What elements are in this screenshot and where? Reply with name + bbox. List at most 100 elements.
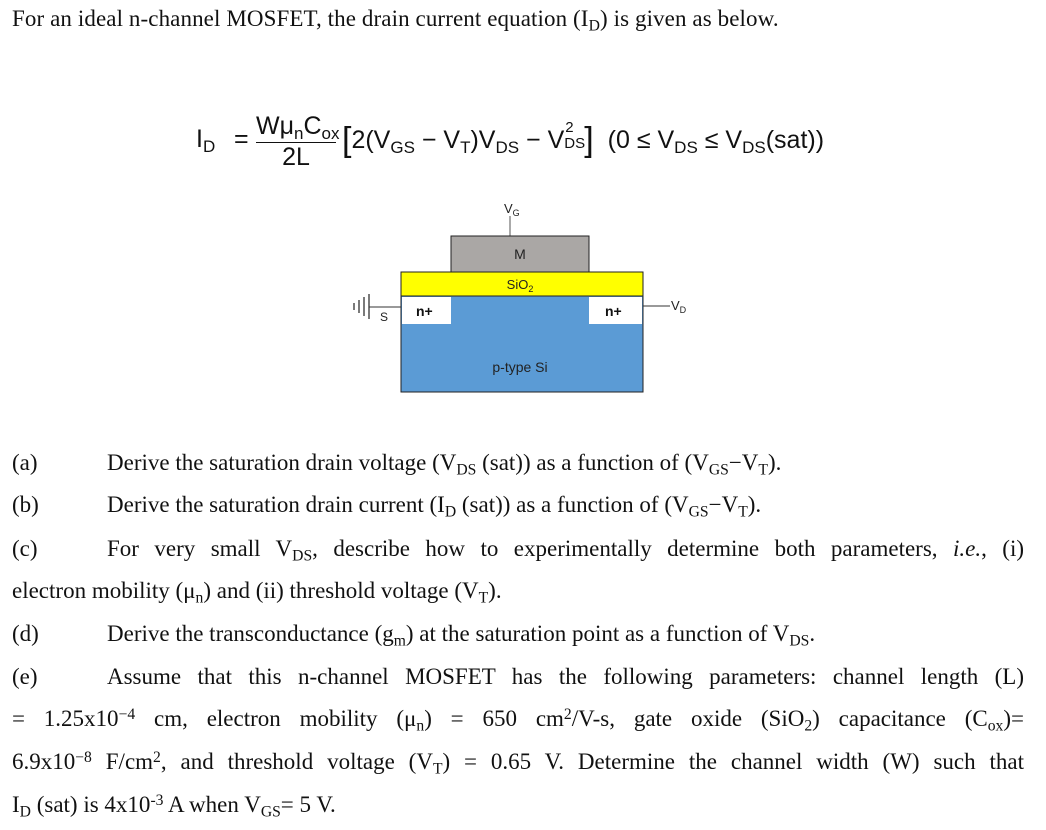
equals-sign: = (234, 125, 249, 153)
subscript: DS (456, 461, 477, 479)
subscript: GS (260, 803, 281, 821)
superscript: 2 (565, 119, 574, 137)
right-bracket: ] (584, 121, 594, 159)
text-run: −V (708, 492, 739, 517)
subscript: T (460, 137, 471, 157)
subscript: GS (708, 461, 729, 479)
subscript: ox (321, 123, 340, 143)
question-c-continuation: electron mobility (μn) and (ii) threshol… (12, 578, 502, 607)
metal-label: M (514, 246, 526, 262)
text-run: /V-s, gate oxide (SiO (571, 706, 805, 731)
question-text: Assume that this n-channel MOSFET has th… (107, 664, 1024, 689)
substrate-label: p-type Si (492, 359, 547, 375)
question-text: For very small VDS, describe how to expe… (107, 536, 1024, 565)
question-label: (b) (12, 492, 39, 517)
eq-term: )V (470, 126, 496, 154)
text-run: ). (747, 492, 762, 517)
condition-term: (sat)) (765, 126, 825, 154)
text-run: ) at the saturation point as a function … (405, 621, 790, 646)
text-run: electron mobility (μ (12, 578, 196, 603)
text-run: , and threshold voltage (V (160, 749, 433, 774)
subscript: ox (987, 717, 1004, 735)
text-run: (sat)) as a function of (V (456, 492, 689, 517)
intro-part: ) is given as below. (599, 6, 779, 31)
mosfet-cross-section-diagram: VG M SiO2 n+ n+ p-type Si S VD (353, 201, 687, 393)
subscript: T (758, 461, 768, 479)
subscript: DS (495, 137, 520, 157)
mobility-symbol: μ (279, 112, 295, 140)
subscript: T (478, 589, 489, 607)
text-run: ) and (ii) threshold voltage (V (203, 578, 479, 603)
question-e-line-4: ID (sat) is 4x10-3 A when VGS= 5 V. (12, 791, 336, 821)
subscript: DS (742, 137, 766, 157)
eq-term: − V (519, 126, 565, 154)
question-label: (c) (12, 536, 38, 561)
superscript: -3 (150, 791, 164, 809)
subscript: GS (390, 137, 415, 157)
equation-rhs: [2(VGS − VT)VDS − V 2 DS] (0 ≤ VDS ≤ VDS(s… (342, 119, 825, 160)
subscript: m (393, 632, 406, 650)
text-run: cm, electron mobility (μ (135, 706, 417, 731)
eq-term: − V (414, 126, 461, 154)
gate-terminal-label: VG (504, 201, 520, 218)
equation-fraction: WμnCox 2L (256, 112, 340, 172)
text-run: (sat) is 4x10 (30, 792, 151, 817)
source-label: S (380, 310, 388, 324)
question-label: (a) (12, 450, 38, 475)
text-run: ). (488, 578, 502, 603)
subscript: DS (292, 547, 313, 565)
text-run: Derive the saturation drain voltage (V (107, 450, 457, 475)
drain-n-plus-label: n+ (605, 303, 622, 319)
width-symbol: W (256, 112, 280, 140)
subscript: T (738, 503, 748, 521)
question-e-line-2: = 1.25x10−4 cm, electron mobility (μn) =… (12, 705, 1024, 735)
lhs-symbol: I (196, 125, 203, 153)
text-run: = 5 V. (280, 792, 336, 817)
squared-subscript: 2 DS (564, 119, 585, 152)
condition-term: (0 ≤ V (607, 126, 675, 154)
source-n-plus-label: n+ (416, 303, 433, 319)
superscript: −4 (118, 705, 136, 723)
fraction-numerator: WμnCox (256, 112, 340, 143)
text-run: ). (767, 450, 782, 475)
text-run: ) = 650 cm (424, 706, 564, 731)
italic-text: i.e. (952, 536, 982, 561)
subscript: D (444, 503, 457, 521)
superscript: −8 (75, 748, 92, 766)
superscript: 2 (153, 748, 161, 766)
subscript: DS (674, 137, 698, 157)
subscript: GS (688, 503, 709, 521)
superscript: 2 (563, 705, 572, 723)
text-run: , describe how to experimentally determi… (312, 536, 953, 561)
drain-terminal-label: VD (671, 298, 687, 315)
question-text: Derive the saturation drain current (ID … (107, 492, 762, 521)
condition-term: ≤ V (697, 126, 743, 154)
text-run: , (i) (981, 536, 1024, 561)
intro-part: For an ideal n-channel MOSFET, the drain… (12, 6, 589, 31)
fraction-denominator: 2L (282, 143, 310, 171)
question-text: Derive the transconductance (gm) at the … (107, 621, 816, 650)
text-run: . (809, 621, 816, 646)
eq-term: 2(V (351, 126, 391, 154)
capacitance-symbol: C (303, 112, 322, 140)
question-text: Derive the saturation drain voltage (VDS… (107, 450, 782, 479)
subscript: DS (789, 632, 810, 650)
ground-icon (353, 294, 401, 319)
subscript: D (202, 136, 216, 156)
text-run: Derive the saturation drain current (I (107, 492, 445, 517)
question-e-line-3: 6.9x10−8 F/cm2, and threshold voltage (V… (12, 748, 1025, 778)
text-run: For very small V (107, 536, 293, 561)
text-run: F/cm (91, 749, 154, 774)
subscript: T (432, 760, 443, 778)
subscript: D (19, 803, 31, 821)
text-run: ) capacitance (C (812, 706, 988, 731)
intro-text: For an ideal n-channel MOSFET, the drain… (12, 6, 779, 34)
text-run: ) = 0.65 V. Determine the channel width … (442, 749, 1025, 774)
text-run: 6.9x10 (12, 749, 76, 774)
text-run: (sat)) as a function of (V (476, 450, 709, 475)
text-run: = 1.25x10 (12, 706, 119, 731)
equation-lhs: ID (196, 125, 216, 156)
text-run: A when V (163, 792, 261, 817)
question-label: (e) (12, 664, 38, 689)
question-label: (d) (12, 621, 39, 646)
